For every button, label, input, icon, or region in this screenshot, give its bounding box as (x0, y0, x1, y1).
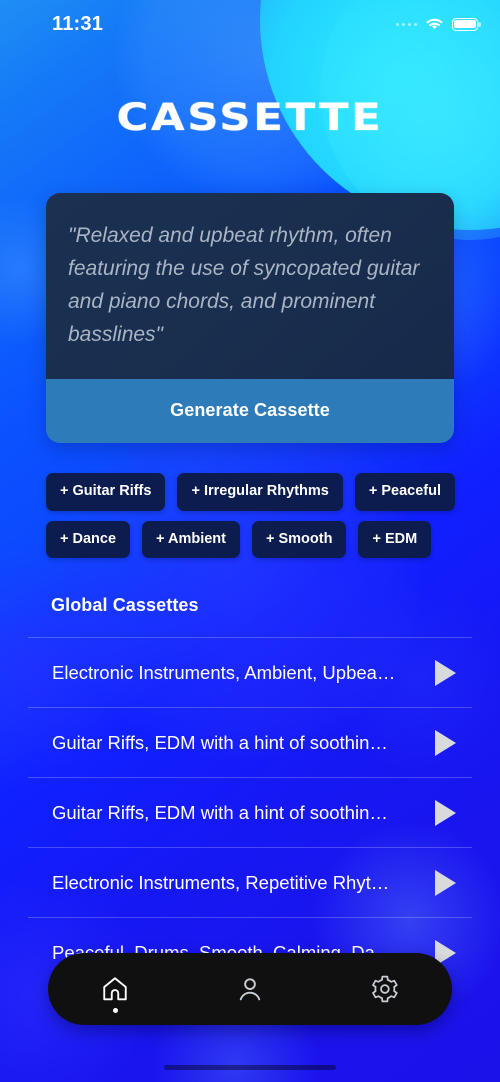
nav-active-indicator (112, 1008, 118, 1013)
wifi-icon (426, 18, 443, 30)
play-icon[interactable] (435, 659, 456, 686)
tag-chip-guitar-riffs[interactable]: + Guitar Riffs (46, 473, 166, 511)
cassette-title: Electronic Instruments, Repetitive Rhyth… (52, 871, 397, 893)
cassette-title: Guitar Riffs, EDM with a hint of soothin… (52, 731, 397, 753)
prompt-textarea[interactable]: "Relaxed and upbeat rhythm, often featur… (46, 193, 454, 379)
play-icon[interactable] (435, 799, 456, 826)
status-bar: 11:31 (0, 0, 500, 48)
prompt-card: "Relaxed and upbeat rhythm, often featur… (46, 193, 454, 443)
tag-chip-irregular-rhythms[interactable]: + Irregular Rhythms (177, 473, 343, 511)
tag-chip-smooth[interactable]: + Smooth (252, 520, 347, 558)
app-screen: 11:31 CASSETTE "Relaxed and upbeat rhyth… (0, 0, 500, 1082)
nav-item-settings[interactable] (350, 953, 420, 1025)
tag-chip-peaceful[interactable]: + Peaceful (354, 473, 455, 511)
home-indicator (164, 1065, 336, 1070)
cassette-title: Electronic Instruments, Ambient, Upbea… (52, 661, 396, 683)
prompt-text: "Relaxed and upbeat rhythm, often featur… (68, 224, 420, 346)
tag-chip-edm[interactable]: + EDM (358, 520, 432, 558)
cassette-list: Electronic Instruments, Ambient, Upbea… … (28, 637, 472, 987)
play-icon[interactable] (435, 729, 456, 756)
status-icons (396, 16, 481, 32)
cassette-title: Guitar Riffs, EDM with a hint of soothin… (52, 801, 397, 823)
home-icon (103, 977, 128, 1001)
nav-item-profile[interactable] (215, 953, 285, 1025)
list-item[interactable]: Electronic Instruments, Ambient, Upbea… (28, 637, 472, 707)
page-title: CASSETTE (116, 94, 384, 140)
section-title-global-cassettes: Global Cassettes (51, 595, 199, 615)
nav-item-home[interactable] (80, 953, 150, 1025)
tag-chip-ambient[interactable]: + Ambient (142, 520, 240, 558)
signal-dots-icon (396, 22, 417, 26)
list-item[interactable]: Guitar Riffs, EDM with a hint of soothin… (28, 707, 472, 777)
battery-icon (452, 17, 481, 31)
gear-icon (371, 975, 398, 1003)
tag-chip-dance[interactable]: + Dance (46, 520, 131, 558)
play-icon[interactable] (435, 869, 456, 896)
tag-chip-group: + Guitar Riffs + Irregular Rhythms + Pea… (46, 473, 458, 558)
person-icon (239, 978, 261, 1001)
status-time: 11:31 (52, 12, 104, 35)
list-item[interactable]: Electronic Instruments, Repetitive Rhyth… (28, 847, 472, 917)
generate-cassette-button[interactable]: Generate Cassette (46, 379, 454, 443)
bottom-navigation-bar (48, 953, 452, 1025)
list-item[interactable]: Guitar Riffs, EDM with a hint of soothin… (28, 777, 472, 847)
